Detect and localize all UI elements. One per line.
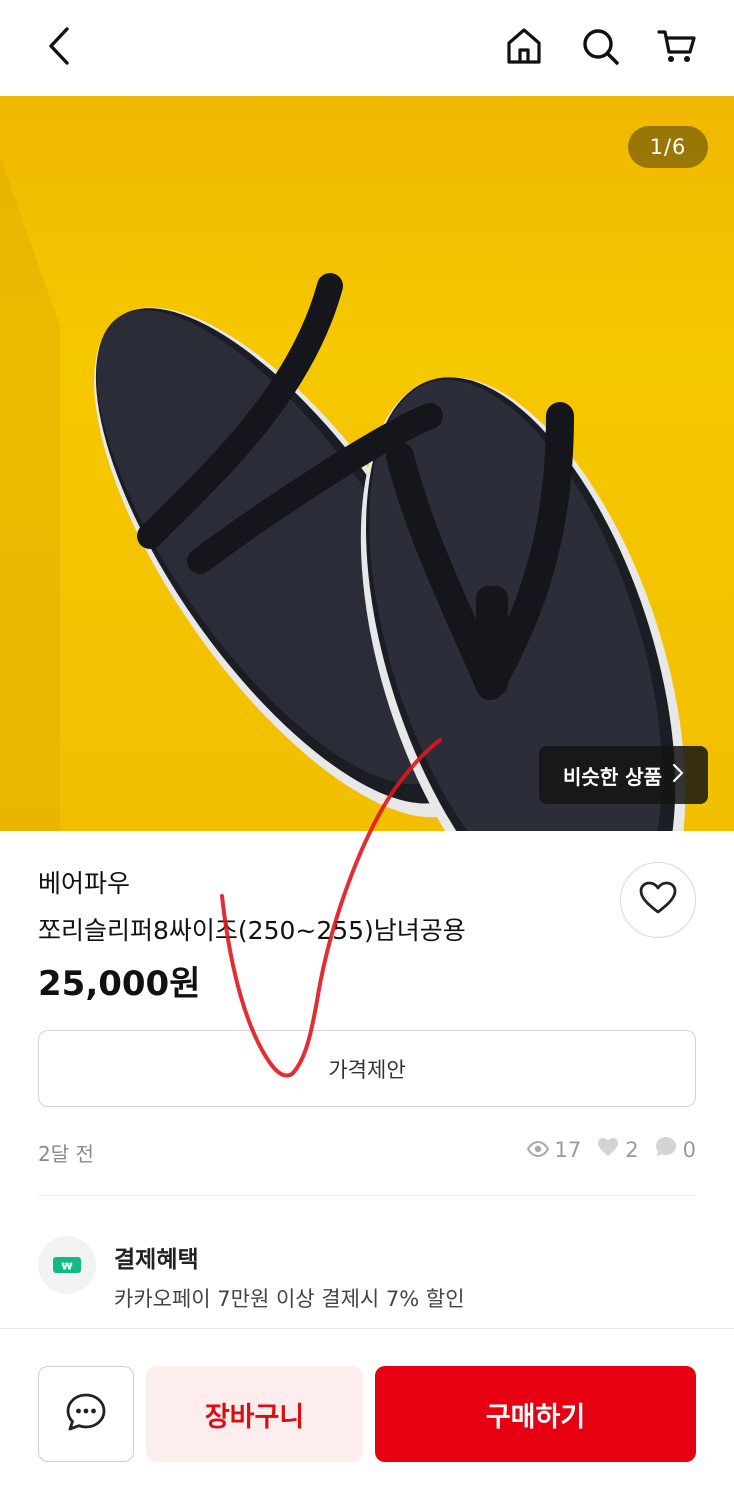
chat-icon [65, 1392, 107, 1436]
price-offer-button[interactable]: 가격제안 [38, 1030, 696, 1107]
search-icon [580, 26, 620, 70]
heart-filled-icon [597, 1137, 619, 1162]
product-brand[interactable]: 베어파우 [38, 864, 130, 900]
payment-benefit-title: 결제혜택 [114, 1247, 199, 1273]
chat-count-value: 0 [682, 1137, 696, 1162]
divider [38, 1195, 696, 1196]
heart-icon [639, 881, 677, 919]
like-count-value: 2 [625, 1137, 639, 1162]
similar-products-label: 비슷한 상품 [563, 764, 662, 789]
similar-products-button[interactable]: 비슷한 상품 [539, 746, 708, 804]
search-button[interactable] [578, 26, 622, 70]
home-icon [504, 26, 544, 70]
view-count: 17 [526, 1137, 582, 1162]
home-button[interactable] [502, 26, 546, 70]
cart-button[interactable] [655, 26, 699, 70]
add-to-cart-button[interactable]: 장바구니 [146, 1366, 363, 1462]
payment-benefit-description: 카카오페이 7만원 이상 결제시 7% 할인 [114, 1287, 465, 1311]
buy-button[interactable]: 구매하기 [375, 1366, 696, 1462]
payment-benefit-icon: ₩ [38, 1236, 96, 1294]
chevron-left-icon [45, 26, 75, 70]
product-image[interactable] [0, 96, 734, 831]
product-price: 25,000원 [38, 964, 201, 1004]
svg-text:₩: ₩ [61, 1262, 72, 1273]
view-count-value: 17 [554, 1137, 582, 1162]
cart-icon [657, 26, 697, 70]
like-button[interactable] [620, 862, 696, 938]
chat-bubble-icon [655, 1136, 677, 1163]
like-count: 2 [597, 1137, 639, 1162]
product-stats: 17 2 0 [519, 1136, 696, 1163]
product-title: 쪼리슬리퍼8싸이즈(250~255)남녀공용 [38, 916, 466, 945]
posted-time: 2달 전 [38, 1142, 94, 1166]
chevron-right-icon [672, 763, 684, 788]
back-button[interactable] [38, 26, 82, 70]
top-navigation-bar [0, 0, 734, 96]
chat-button[interactable] [38, 1366, 134, 1462]
price-offer-label: 가격제안 [328, 1057, 406, 1082]
image-counter: 1/6 [628, 126, 708, 168]
chat-count: 0 [655, 1136, 696, 1163]
eye-icon [526, 1138, 549, 1162]
